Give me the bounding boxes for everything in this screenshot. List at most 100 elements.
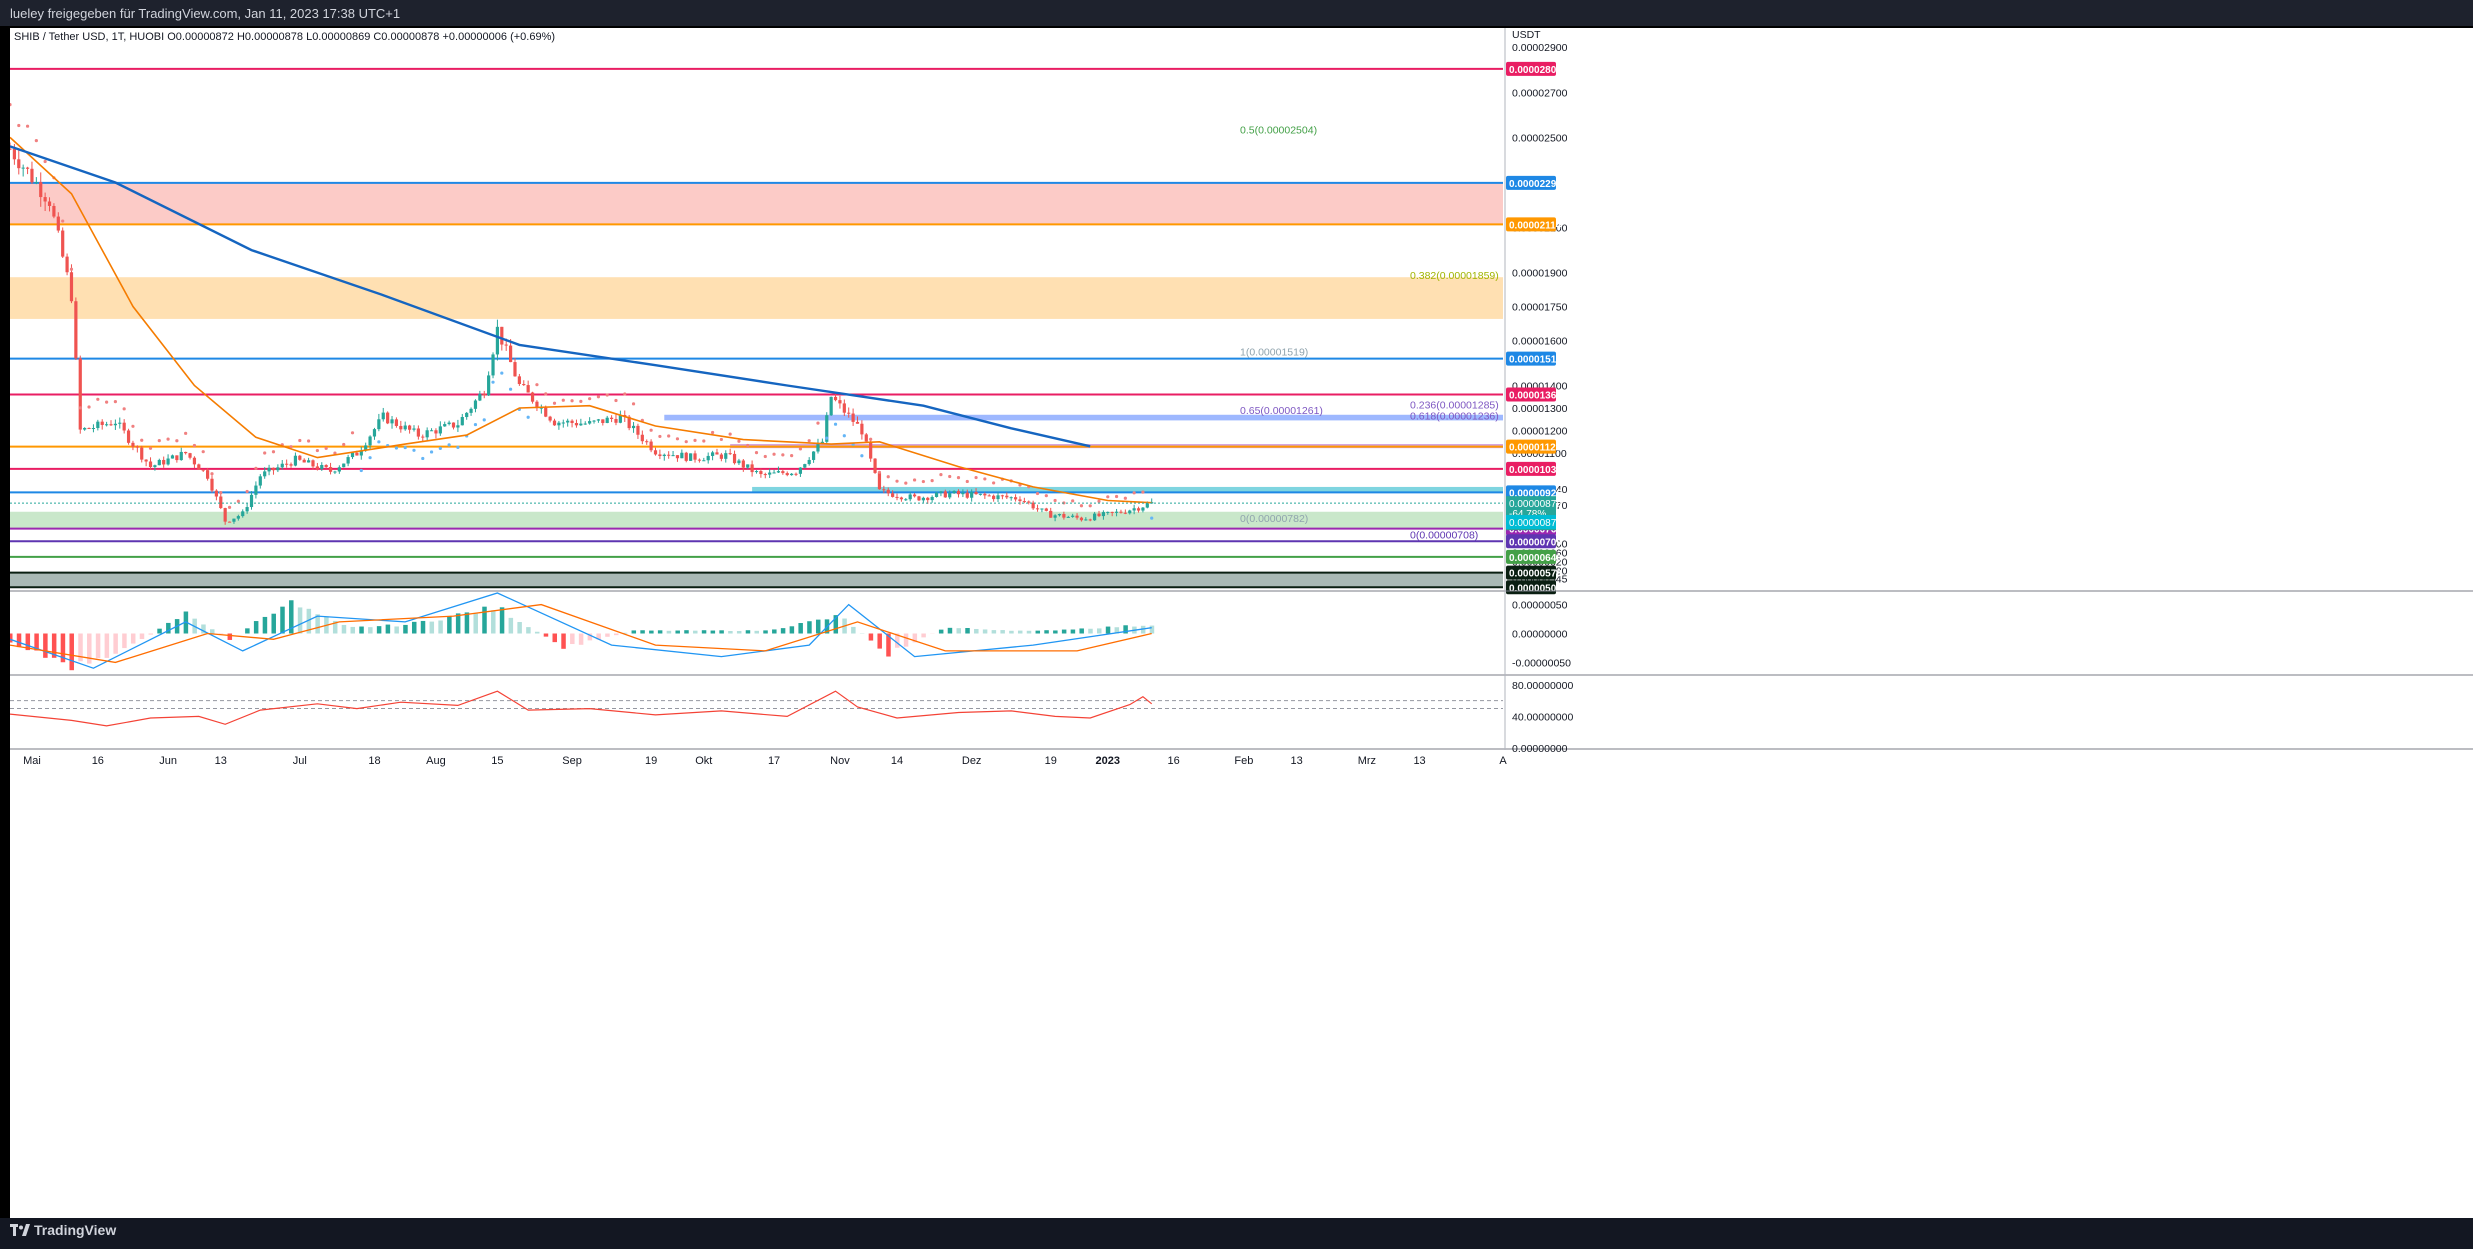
candle-body	[746, 464, 750, 468]
psar-dot	[956, 476, 961, 480]
currency-label: USDT	[1512, 29, 1541, 41]
macd-bar	[965, 628, 970, 634]
candle-body	[1027, 501, 1031, 503]
candle-body	[785, 473, 789, 476]
time-label-5: 18	[368, 755, 380, 767]
time-label-8: Sep	[562, 755, 582, 767]
candle-body	[267, 467, 271, 472]
psar-dot	[702, 439, 706, 443]
psar-dot	[667, 434, 671, 438]
psar-dot	[219, 490, 223, 495]
macd-bar	[798, 623, 803, 634]
macd-bar	[253, 621, 259, 634]
chart-frame[interactable]: 0.000029000.000027000.000025000.00002100…	[10, 28, 2473, 1229]
candle-body	[934, 492, 939, 497]
macd-bar	[1105, 626, 1111, 634]
psar-dot	[1106, 495, 1110, 499]
psar-dot	[763, 454, 767, 459]
macd-bar	[851, 626, 856, 634]
time-label-21: 13	[1413, 755, 1425, 767]
candle-body	[702, 460, 706, 462]
candle-body	[465, 412, 469, 418]
psar-dot	[728, 432, 732, 436]
time-label-10: Okt	[695, 755, 712, 767]
candle-body	[750, 464, 754, 473]
psar-dot	[473, 422, 478, 427]
tradingview-brand: TradingView	[34, 1222, 117, 1238]
candle-body	[952, 490, 956, 494]
macd-bar	[359, 626, 364, 634]
candle-body	[47, 201, 52, 206]
candle-body	[451, 422, 456, 428]
candle-body	[653, 450, 658, 455]
macd-tick-0: 0.00000050	[1512, 600, 1568, 612]
psar-dot	[544, 392, 548, 396]
macd-bar	[570, 633, 575, 645]
candle-body	[1123, 512, 1127, 514]
level-tag-text-9: 0.00000709	[1509, 537, 1562, 548]
candle-body	[478, 393, 482, 401]
candle-body	[1088, 519, 1092, 521]
macd-bar	[157, 628, 162, 634]
candle-body	[961, 492, 965, 495]
footer-bar	[0, 1218, 2473, 1249]
macd-bar	[245, 628, 250, 634]
macd-bar	[447, 616, 452, 634]
candle-body	[891, 493, 895, 497]
psar-dot	[87, 405, 91, 409]
macd-tick-1: 0.00000000	[1512, 629, 1568, 641]
macd-bar	[499, 607, 505, 634]
candle-body	[500, 326, 504, 345]
macd-line	[10, 592, 1152, 669]
candle-body	[579, 423, 583, 426]
psar-dot	[588, 397, 592, 401]
candle-body	[118, 422, 122, 424]
candle-body	[680, 452, 684, 459]
macd-bar	[780, 628, 786, 634]
psar-dot	[447, 443, 451, 447]
macd-bar	[1061, 629, 1067, 634]
psar-dot	[263, 451, 267, 455]
fib-label-7: 0(0.00000708)	[1410, 530, 1478, 542]
candle-body	[131, 442, 135, 447]
candle-body	[434, 430, 438, 434]
psar-dot	[166, 437, 170, 441]
candle-body	[794, 473, 798, 475]
psar-dot	[157, 439, 161, 443]
macd-bar	[10, 633, 13, 643]
chart-svg[interactable]: 0.000029000.000027000.000025000.00002100…	[10, 28, 2473, 1218]
macd-bar	[938, 629, 944, 634]
candle-body	[917, 496, 921, 501]
psar-dot	[974, 475, 978, 480]
psar-dot	[921, 479, 925, 484]
candle-body	[109, 424, 113, 426]
macd-bar	[385, 624, 391, 634]
time-label-14: Dez	[962, 755, 982, 767]
psar-dot	[816, 421, 820, 425]
macd-bar	[438, 620, 443, 634]
candle-body	[346, 457, 350, 464]
candle-body	[1013, 497, 1018, 500]
candle-body	[1071, 515, 1075, 517]
candle-body	[227, 521, 232, 523]
psar-dot	[860, 454, 864, 458]
candle-body	[425, 430, 429, 438]
price-tick-5: 0.00001750	[1512, 302, 1568, 314]
candle-body	[210, 478, 214, 491]
candle-body	[386, 412, 390, 424]
psar-dot	[930, 479, 934, 483]
candle-body	[153, 465, 157, 467]
candle-body	[17, 159, 21, 169]
psar-dot	[1088, 504, 1092, 508]
psar-dot	[1123, 496, 1127, 500]
candle-body	[570, 420, 574, 424]
macd-bar	[561, 633, 566, 649]
candle-body	[645, 441, 649, 443]
psar-dot	[394, 446, 399, 450]
psar-dot	[1114, 494, 1119, 499]
candle-body	[504, 344, 508, 346]
candle-body	[728, 453, 732, 455]
psar-dot	[675, 437, 680, 441]
macd-bar	[1070, 629, 1076, 634]
psar-dot	[10, 103, 12, 107]
